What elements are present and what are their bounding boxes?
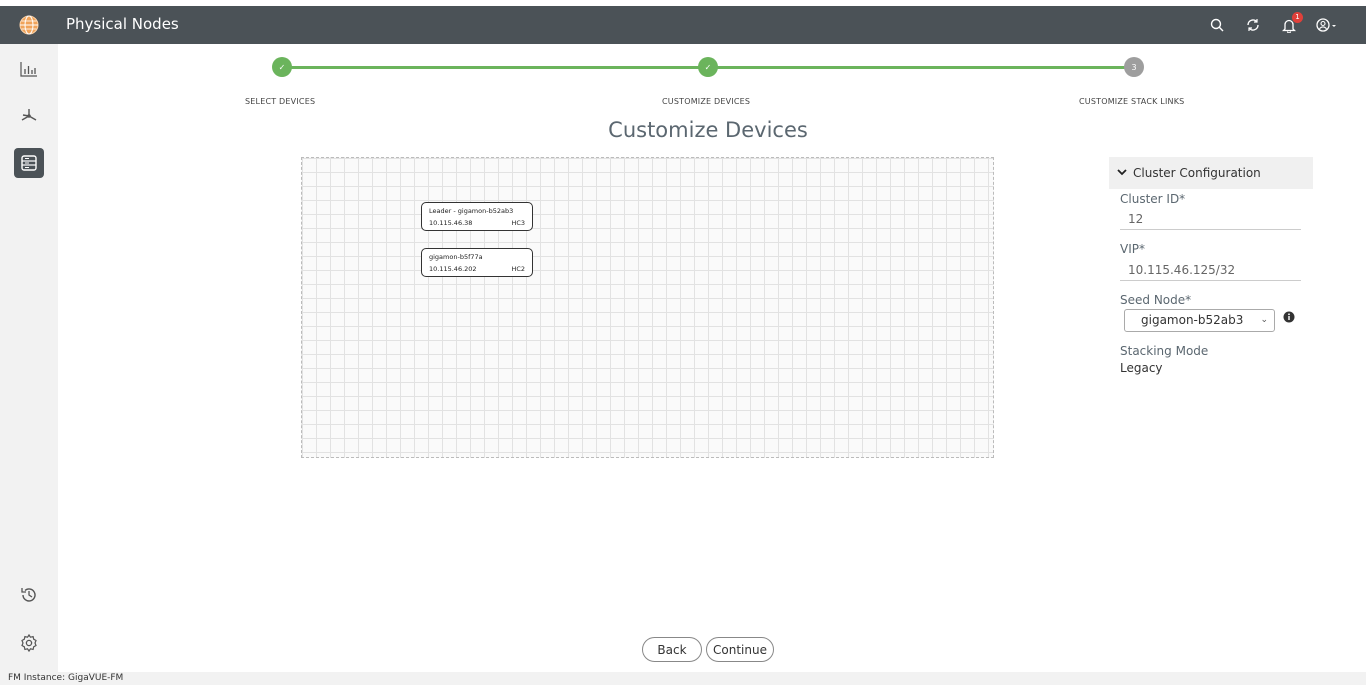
device-ip: 10.115.46.202	[429, 265, 477, 273]
seed-node-label: Seed Node*	[1120, 293, 1192, 307]
back-button[interactable]: Back	[642, 637, 702, 662]
step-connector-2	[717, 66, 1131, 69]
instance-label: FM Instance:	[8, 673, 66, 683]
cluster-config-panel: Cluster Configuration Cluster ID* 12 VIP…	[1109, 157, 1313, 375]
device-model: HC2	[511, 265, 525, 273]
server-icon[interactable]	[14, 148, 44, 178]
device-ip: 10.115.46.38	[429, 219, 473, 227]
step-2-label: CUSTOMIZE DEVICES	[662, 97, 751, 106]
step-3-label: CUSTOMIZE STACK LINKS	[1079, 97, 1185, 106]
stacking-mode-label: Stacking Mode	[1120, 344, 1209, 358]
step-connector-1	[291, 66, 708, 69]
chevron-down-icon	[1117, 168, 1127, 179]
device-canvas[interactable]: Leader - gigamon-b52ab3 10.115.46.38 HC3…	[301, 157, 994, 458]
continue-button[interactable]: Continue	[706, 637, 774, 662]
page-header-title: Physical Nodes	[66, 15, 179, 33]
vip-label: VIP*	[1120, 242, 1145, 256]
cluster-config-title: Cluster Configuration	[1133, 166, 1261, 180]
device-name: gigamon-b5f77a	[429, 253, 483, 261]
instance-value: GigaVUE-FM	[68, 673, 124, 683]
device-model: HC3	[511, 219, 525, 227]
globe-icon[interactable]	[0, 6, 58, 44]
device-card[interactable]: Leader - gigamon-b52ab3 10.115.46.38 HC3	[421, 202, 533, 231]
step-1-label: SELECT DEVICES	[245, 97, 316, 106]
cluster-id-field[interactable]: 12	[1120, 208, 1301, 230]
bell-icon[interactable]: 1	[1278, 12, 1303, 36]
vip-field[interactable]: 10.115.46.125/32	[1120, 259, 1301, 281]
device-card[interactable]: gigamon-b5f77a 10.115.46.202 HC2	[421, 248, 533, 277]
seed-node-select[interactable]: gigamon-b52ab3 ⌄	[1124, 309, 1275, 332]
refresh-icon[interactable]	[1242, 14, 1264, 36]
app-header: Physical Nodes 1	[0, 6, 1366, 44]
gear-icon[interactable]	[14, 628, 44, 658]
info-icon[interactable]	[1283, 308, 1295, 323]
stacking-mode-value: Legacy	[1120, 361, 1163, 375]
page-title: Customize Devices	[608, 118, 808, 142]
cluster-id-label: Cluster ID*	[1120, 192, 1186, 206]
user-icon[interactable]	[1314, 14, 1340, 36]
step-3-marker[interactable]: 3	[1124, 57, 1144, 77]
device-name: Leader - gigamon-b52ab3	[429, 207, 514, 215]
bar-chart-icon[interactable]	[14, 54, 44, 84]
footer: FM Instance: GigaVUE-FM	[0, 672, 1366, 685]
step-2-marker[interactable]: ✓	[698, 57, 718, 77]
chevron-down-icon: ⌄	[1260, 315, 1268, 325]
search-icon[interactable]	[1206, 14, 1228, 36]
notification-badge: 1	[1292, 12, 1303, 23]
seed-node-value: gigamon-b52ab3	[1141, 313, 1244, 327]
step-1-marker[interactable]: ✓	[272, 57, 292, 77]
history-icon[interactable]	[14, 580, 44, 610]
cluster-config-header[interactable]: Cluster Configuration	[1109, 157, 1313, 189]
